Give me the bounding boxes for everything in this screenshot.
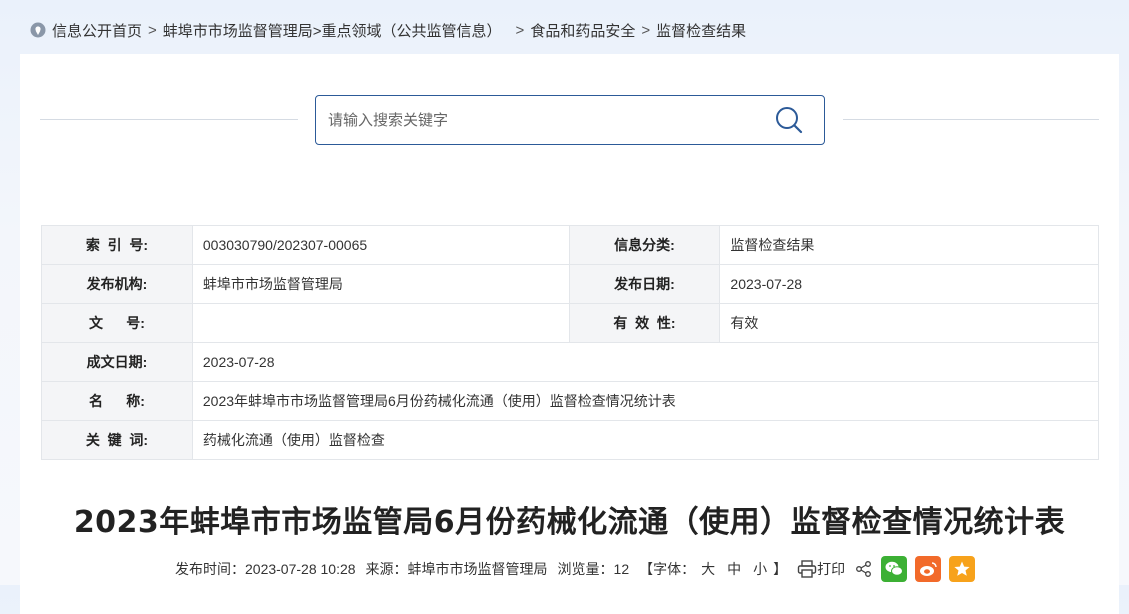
views-value: 12: [613, 561, 630, 577]
font-large-button[interactable]: 大: [701, 559, 715, 579]
pubdate-label: 发布日期:: [568, 264, 721, 304]
divider-right: [843, 119, 1099, 120]
search-box: [315, 95, 825, 145]
font-medium-button[interactable]: 中: [727, 559, 741, 579]
table-row: 文 号: 有 效 性: 有效: [41, 303, 1099, 343]
share-wechat-button[interactable]: [881, 556, 908, 582]
table-row: 关 键 词: 药械化流通（使用）监督检查: [41, 420, 1100, 460]
table-row: 索 引 号: 003030790/202307-00065 信息分类: 监督检查…: [41, 225, 1099, 265]
keyword-value: 药械化流通（使用）监督检查: [191, 420, 1100, 460]
breadcrumb-bureau-link[interactable]: 蚌埠市市场监督管理局>重点领域（公共监管信息）: [163, 20, 502, 41]
breadcrumb-current[interactable]: 监督检查结果: [656, 20, 746, 41]
name-label: 名 称:: [41, 381, 193, 421]
table-row: 发布机构: 蚌埠市市场监督管理局 发布日期: 2023-07-28: [41, 264, 1099, 304]
weibo-icon: [920, 562, 937, 576]
breadcrumb-separator: >: [515, 21, 525, 39]
publisher-label: 发布机构:: [41, 264, 193, 304]
search-input[interactable]: [326, 99, 764, 141]
index-label: 索 引 号:: [41, 225, 193, 265]
table-row: 名 称: 2023年蚌埠市市场监督管理局6月份药械化流通（使用）监督检查情况统计…: [41, 381, 1100, 421]
content-card: 索 引 号: 003030790/202307-00065 信息分类: 监督检查…: [20, 54, 1119, 614]
created-label: 成文日期:: [41, 342, 193, 382]
name-value: 2023年蚌埠市市场监督管理局6月份药械化流通（使用）监督检查情况统计表: [191, 381, 1100, 421]
created-value: 2023-07-28: [191, 342, 1100, 382]
font-size-label: 【字体：: [639, 561, 696, 577]
breadcrumb-food-drug-link[interactable]: 食品和药品安全: [530, 20, 635, 41]
location-pin-icon: [30, 22, 46, 38]
category-value: 监督检查结果: [719, 225, 1099, 265]
star-icon: [954, 561, 970, 576]
validity-value: 有效: [719, 303, 1099, 343]
publisher-value: 蚌埠市市场监督管理局: [191, 264, 570, 304]
breadcrumb-separator: >: [641, 21, 651, 39]
search-icon: [776, 107, 803, 134]
source-value: 蚌埠市市场监督管理局: [407, 561, 548, 577]
keyword-label: 关 键 词:: [41, 420, 193, 460]
wechat-icon: [885, 561, 904, 576]
breadcrumb-separator: >: [148, 21, 157, 39]
article-title: 2023年蚌埠市市场监管局6月份药械化流通（使用）监督检查情况统计表: [73, 505, 1066, 540]
pubdate-value: 2023-07-28: [719, 264, 1099, 304]
print-label: 打印: [817, 561, 846, 577]
favorite-button[interactable]: [949, 556, 976, 582]
search-button[interactable]: [764, 98, 814, 142]
views-label: 浏览量：: [557, 561, 614, 577]
breadcrumb-home-link[interactable]: 信息公开首页: [52, 20, 142, 41]
source-label: 来源：: [365, 561, 408, 577]
print-button[interactable]: 打印: [797, 559, 845, 579]
table-row: 成文日期: 2023-07-28: [41, 342, 1100, 382]
category-label: 信息分类:: [568, 225, 721, 265]
docno-value: [191, 303, 570, 343]
divider-left: [40, 119, 298, 120]
docno-label: 文 号:: [41, 303, 193, 343]
breadcrumb: 信息公开首页 > 蚌埠市市场监督管理局>重点领域（公共监管信息） > 食品和药品…: [30, 18, 746, 42]
share-icon[interactable]: [855, 560, 873, 578]
share-weibo-button[interactable]: [915, 556, 942, 582]
font-size-close: 】: [773, 561, 788, 577]
validity-label: 有 效 性:: [568, 303, 721, 343]
printer-icon: [797, 560, 817, 578]
index-value: 003030790/202307-00065: [191, 225, 570, 265]
article-info-bar: 发布时间： 2023-07-28 10:28 来源： 蚌埠市市场监督管理局 浏览…: [175, 556, 976, 582]
publish-time-value: 2023-07-28 10:28: [245, 561, 356, 577]
font-small-button[interactable]: 小: [753, 559, 767, 579]
publish-time-label: 发布时间：: [175, 561, 245, 577]
metadata-table: 索 引 号: 003030790/202307-00065 信息分类: 监督检查…: [41, 225, 1100, 460]
